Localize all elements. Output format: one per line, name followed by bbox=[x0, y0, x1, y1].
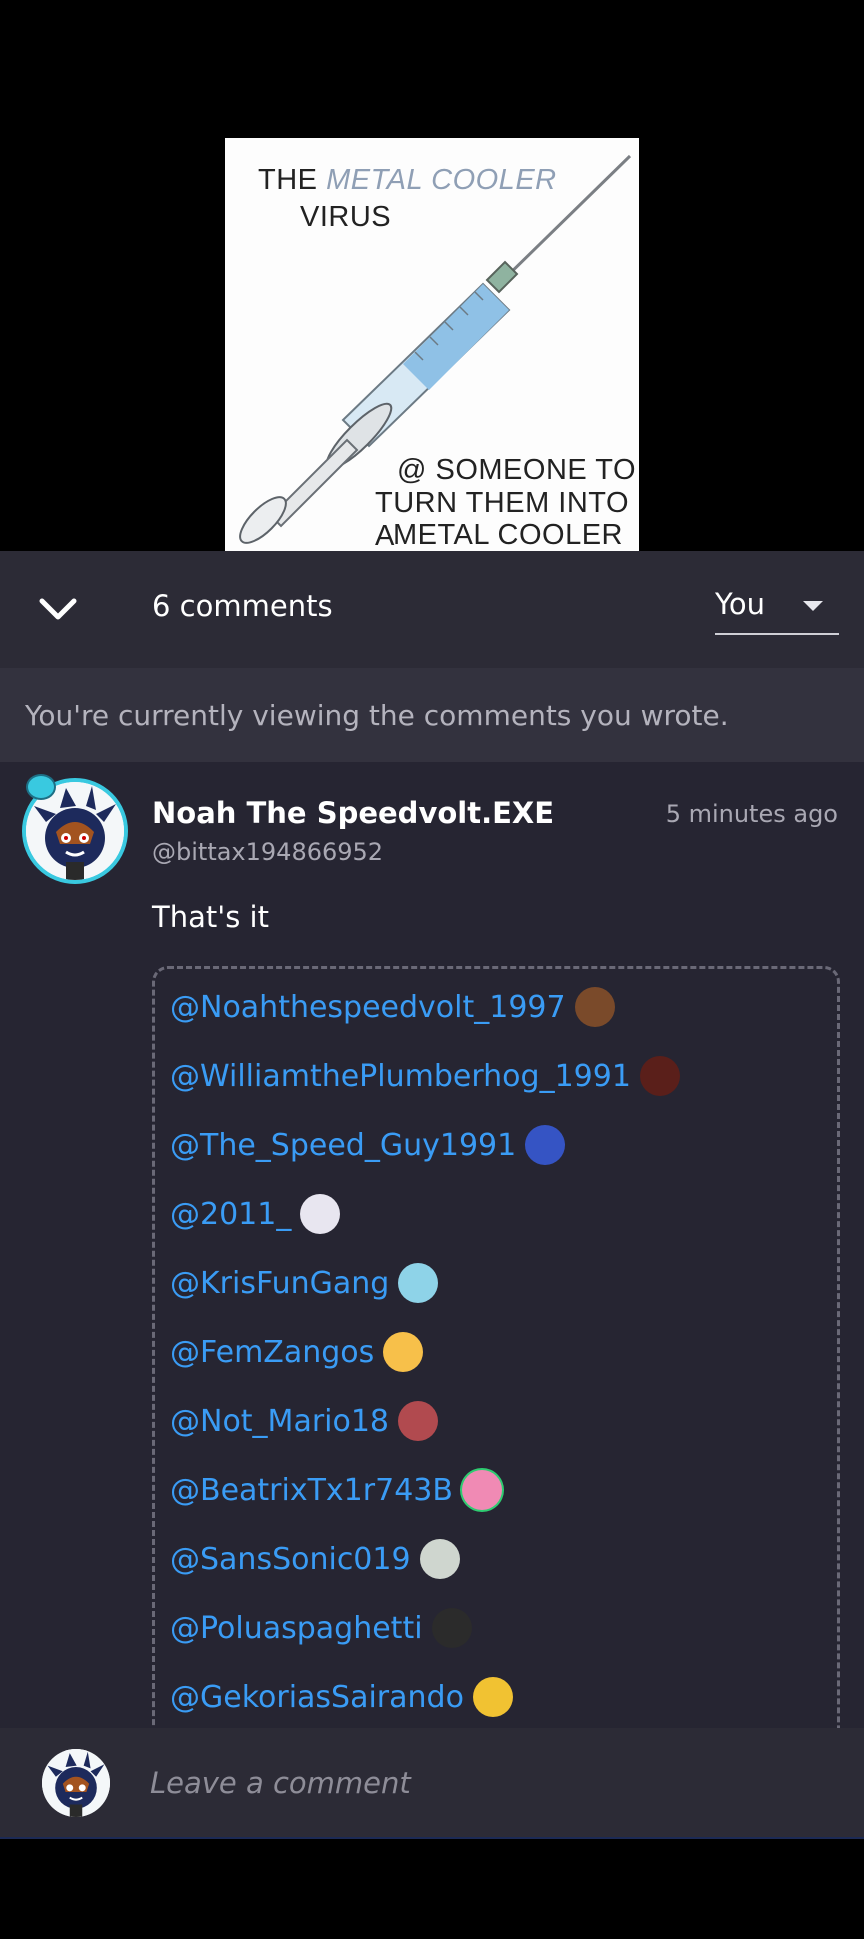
meme-caption-bottom-line3: METAL COOLER bbox=[393, 519, 623, 551]
author-name[interactable]: Noah The Speedvolt.EXE bbox=[152, 796, 554, 830]
mention-handle[interactable]: @FemZangos bbox=[170, 1335, 374, 1370]
mention-avatar bbox=[419, 1539, 460, 1579]
mention-avatar bbox=[525, 1125, 566, 1165]
system-navigation-area bbox=[0, 1839, 864, 1939]
mention-item[interactable]: @WilliamthePlumberhog_1991 bbox=[170, 1054, 680, 1098]
mention-handle[interactable]: @The_Speed_Guy1991 bbox=[170, 1128, 516, 1163]
meme-caption-top-line2: VIRUS bbox=[300, 201, 392, 233]
mention-list: @Noahthespeedvolt_1997 @WilliamthePlumbe… bbox=[152, 966, 840, 1728]
mention-item[interactable]: @Noahthespeedvolt_1997 bbox=[170, 985, 615, 1029]
mention-avatar bbox=[398, 1401, 439, 1441]
mention-handle[interactable]: @WilliamthePlumberhog_1991 bbox=[170, 1059, 631, 1094]
comment-filter-dropdown[interactable]: You bbox=[715, 581, 839, 635]
mention-item[interactable]: @The_Speed_Guy1991 bbox=[170, 1123, 566, 1167]
mention-handle[interactable]: @BeatrixTx1r743B bbox=[170, 1473, 453, 1508]
info-banner-text: You're currently viewing the comments yo… bbox=[25, 699, 729, 732]
current-user-avatar bbox=[42, 1749, 110, 1817]
mention-handle[interactable]: @2011_ bbox=[170, 1197, 291, 1232]
mention-avatar bbox=[383, 1332, 424, 1372]
mention-avatar bbox=[472, 1677, 513, 1717]
mention-item[interactable]: @BeatrixTx1r743B bbox=[170, 1468, 502, 1512]
mention-item[interactable]: @KrisFunGang bbox=[170, 1261, 439, 1305]
author-handle: @bittax194866952 bbox=[152, 838, 384, 866]
chevron-down-icon bbox=[39, 598, 77, 620]
mention-avatar bbox=[574, 987, 615, 1027]
mention-avatar bbox=[639, 1056, 680, 1096]
comment-body: That's it bbox=[152, 900, 269, 934]
mention-handle[interactable]: @KrisFunGang bbox=[170, 1266, 389, 1301]
meme-caption-bottom-line1: @ SOMEONE TO bbox=[397, 454, 637, 486]
mention-avatar bbox=[300, 1194, 341, 1234]
collapse-comments-button[interactable] bbox=[30, 581, 86, 637]
mention-handle[interactable]: @GekoriasSairando bbox=[170, 1680, 464, 1715]
mention-item[interactable]: @GekoriasSairando bbox=[170, 1675, 513, 1719]
mention-item[interactable]: @Not_Mario18 bbox=[170, 1399, 439, 1443]
mention-handle[interactable]: @Noahthespeedvolt_1997 bbox=[170, 990, 566, 1025]
mention-handle[interactable]: @SansSonic019 bbox=[170, 1542, 411, 1577]
avatar-character-icon bbox=[42, 1749, 110, 1817]
meme-caption-top: THE METAL COOLER bbox=[258, 164, 557, 196]
filter-value: You bbox=[715, 587, 765, 621]
mention-avatar bbox=[398, 1263, 439, 1303]
caret-down-icon bbox=[803, 601, 823, 611]
mention-item[interactable]: @SansSonic019 bbox=[170, 1537, 460, 1581]
mention-item[interactable]: @Poluaspaghetti bbox=[170, 1606, 472, 1650]
comment-count: 6 comments bbox=[152, 589, 333, 623]
info-banner: You're currently viewing the comments yo… bbox=[0, 668, 864, 762]
mention-avatar bbox=[461, 1470, 502, 1510]
mention-avatar bbox=[431, 1608, 472, 1648]
mention-item[interactable]: @2011_ bbox=[170, 1192, 341, 1236]
comment-item: Noah The Speedvolt.EXE @bittax194866952 … bbox=[0, 762, 864, 1728]
comment-composer bbox=[0, 1728, 864, 1839]
comment-timestamp: 5 minutes ago bbox=[665, 800, 838, 828]
mention-handle[interactable]: @Poluaspaghetti bbox=[170, 1611, 423, 1646]
comments-header: 6 comments You bbox=[0, 551, 864, 668]
mention-handle[interactable]: @Not_Mario18 bbox=[170, 1404, 389, 1439]
author-frame-badge-icon bbox=[26, 774, 56, 800]
mention-item[interactable]: @FemZangos bbox=[170, 1330, 424, 1374]
comment-input[interactable] bbox=[150, 1758, 810, 1808]
post-image[interactable]: THE METAL COOLER VIRUS @ SOMEONE TO TURN… bbox=[225, 138, 639, 551]
media-viewer: THE METAL COOLER VIRUS @ SOMEONE TO TURN… bbox=[0, 0, 864, 551]
